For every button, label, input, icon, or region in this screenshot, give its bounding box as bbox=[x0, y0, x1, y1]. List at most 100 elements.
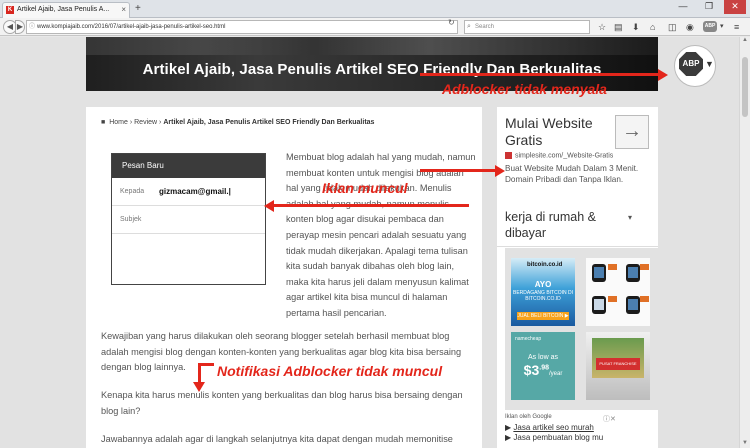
annotation-arrow-head bbox=[658, 69, 668, 81]
window-close-button[interactable]: ✕ bbox=[724, 0, 746, 14]
annotation-notif-hidden: Notifikasi Adblocker tidak muncul bbox=[217, 363, 443, 379]
tab-bar: K Artikel Ajaib, Jasa Penulis A... × + —… bbox=[0, 0, 750, 18]
ad-link[interactable]: ▶ Jasa artikel seo murah bbox=[505, 423, 658, 433]
browser-tab[interactable]: K Artikel Ajaib, Jasa Penulis A... × bbox=[2, 2, 130, 18]
home-icon: ■ bbox=[101, 119, 106, 126]
annotation-ads-shown: Iklan muncul bbox=[322, 180, 408, 196]
bitcoin-ad[interactable]: bitcoin.co.id AYO BERDAGANG BITCOIN DI B… bbox=[511, 258, 575, 326]
home-icon[interactable]: ⌂ bbox=[650, 21, 655, 33]
menu-icon[interactable]: ≡ bbox=[734, 21, 739, 33]
smartwatch-image bbox=[626, 296, 640, 314]
price-tag bbox=[640, 264, 649, 270]
bookmark-star-icon[interactable]: ☆ bbox=[598, 21, 606, 33]
ad-arrow-button[interactable]: → bbox=[615, 115, 649, 149]
banner-image bbox=[86, 37, 658, 55]
as-low-as-text: As low as bbox=[528, 354, 558, 361]
pocket-icon[interactable]: ◫ bbox=[668, 21, 677, 33]
sidebar: Mulai Website Gratis → simplesite.com/_W… bbox=[497, 107, 658, 448]
chevron-down-icon[interactable]: ▾ bbox=[628, 213, 632, 222]
annotation-arrow-line bbox=[420, 169, 498, 172]
chevron-down-icon: ▼ bbox=[705, 59, 714, 69]
smartwatch-ad[interactable] bbox=[586, 258, 650, 326]
site-favicon-icon: K bbox=[6, 6, 14, 14]
bitcoin-logo: bitcoin.co.id bbox=[527, 262, 563, 268]
adblock-plus-badge[interactable]: ABP ▼ bbox=[674, 45, 716, 87]
shop-sign: PUSAT FRANCHISE bbox=[596, 358, 640, 370]
new-message-form: Pesan Baru Kepada gizmacam@gmail.| Subje… bbox=[111, 153, 266, 285]
price-tag bbox=[608, 296, 617, 302]
scroll-up-icon[interactable]: ▲ bbox=[742, 37, 748, 43]
abp-dropdown-icon[interactable]: ▾ bbox=[720, 21, 724, 33]
article-paragraph: Kenapa kita harus menulis konten yang be… bbox=[101, 390, 463, 416]
ad-image-grid: bitcoin.co.id AYO BERDAGANG BITCOIN DI B… bbox=[505, 248, 658, 410]
breadcrumb-review[interactable]: Review bbox=[134, 119, 157, 126]
to-label: Kepada bbox=[120, 188, 145, 195]
scroll-down-icon[interactable]: ▼ bbox=[742, 440, 748, 446]
url-text: www.kompiajaib.com/2016/07/artikel-ajaib… bbox=[37, 24, 226, 30]
ad-description: Buat Website Mudah Dalam 3 Menit. Domain… bbox=[505, 164, 639, 184]
scrollbar-thumb[interactable] bbox=[742, 57, 748, 117]
article-paragraph: Jawabannya adalah agar di langkah selanj… bbox=[101, 434, 453, 444]
to-value[interactable]: gizmacam@gmail.| bbox=[159, 178, 231, 206]
search-input[interactable]: ⌕ Search bbox=[464, 20, 590, 34]
annotation-arrow-line bbox=[420, 73, 660, 76]
smartwatch-image bbox=[592, 296, 606, 314]
abp-stop-sign-icon: ABP bbox=[679, 52, 703, 76]
annotation-arrow-head bbox=[193, 382, 205, 392]
new-tab-button[interactable]: + bbox=[135, 3, 141, 14]
adblock-plus-toolbar-icon[interactable]: ABP bbox=[703, 21, 717, 32]
ad-favicon-icon bbox=[505, 152, 512, 159]
breadcrumb-current: Artikel Ajaib, Jasa Penulis Artikel SEO … bbox=[163, 119, 375, 126]
breadcrumb-separator: › bbox=[129, 119, 133, 126]
window-minimize-button[interactable]: — bbox=[672, 0, 694, 14]
downloads-icon[interactable]: ⬇ bbox=[632, 21, 640, 33]
ad-info-icon[interactable]: ⓘ✕ bbox=[603, 414, 616, 424]
ads-by-google-label: Iklan oleh Google ⓘ✕ bbox=[505, 414, 616, 423]
bitcoin-button[interactable]: JUAL BELI BITCOIN ▶ bbox=[517, 312, 569, 320]
to-field[interactable]: Kepada gizmacam@gmail.| bbox=[112, 178, 265, 206]
annotation-arrow-head bbox=[264, 200, 274, 212]
ad2-title[interactable]: kerja di rumah & dibayar bbox=[505, 209, 625, 241]
ad-url-text: simplesite.com/_Website-Gratis bbox=[515, 152, 614, 160]
tab-close-icon[interactable]: × bbox=[121, 3, 126, 17]
article-paragraph: Membuat blog adalah hal yang mudah, namu… bbox=[286, 152, 476, 318]
page-scrollbar[interactable]: ▲ ▼ bbox=[739, 37, 750, 448]
franchise-ad[interactable]: PUSAT FRANCHISE bbox=[586, 332, 650, 400]
subject-label: Subjek bbox=[120, 216, 142, 223]
bitcoin-text: BERDAGANG BITCOIN DI BITCOIN.CO.ID bbox=[512, 290, 573, 302]
forward-button[interactable]: ▶ bbox=[15, 20, 25, 34]
bitcoin-headline: AYO bbox=[534, 280, 552, 289]
tab-title: Artikel Ajaib, Jasa Penulis A... bbox=[17, 6, 110, 13]
search-icon: ⌕ bbox=[467, 23, 471, 30]
price: $3.98/year bbox=[523, 362, 563, 378]
breadcrumb-separator: › bbox=[159, 119, 162, 126]
search-placeholder: Search bbox=[475, 24, 495, 30]
annotation-adblocker-off: Adblocker tidak menyala bbox=[442, 81, 607, 97]
navigation-bar: ◀ ▶ ⓘ www.kompiajaib.com/2016/07/artikel… bbox=[0, 18, 750, 36]
annotation-arrow-line bbox=[198, 363, 201, 383]
reload-icon[interactable]: ↻ bbox=[448, 18, 455, 27]
window-maximize-button[interactable]: ❐ bbox=[698, 0, 720, 14]
article-content: ■ Home › Review › Artikel Ajaib, Jasa Pe… bbox=[86, 107, 482, 448]
ad-title[interactable]: Mulai Website Gratis bbox=[505, 115, 615, 149]
breadcrumb: ■ Home › Review › Artikel Ajaib, Jasa Pe… bbox=[101, 119, 374, 126]
price-tag bbox=[608, 264, 617, 270]
form-header: Pesan Baru bbox=[112, 154, 265, 178]
extension-icon[interactable]: ◉ bbox=[686, 21, 694, 33]
ad-url[interactable]: simplesite.com/_Website-Gratis bbox=[505, 152, 613, 159]
breadcrumb-home[interactable]: Home bbox=[109, 119, 128, 126]
ad-links: Iklan oleh Google ⓘ✕ ▶ Jasa artikel seo … bbox=[505, 414, 658, 443]
annotation-arrow-line bbox=[273, 204, 469, 207]
subject-field[interactable]: Subjek bbox=[112, 206, 265, 234]
ad-link[interactable]: ▶ Jasa pembuatan blog mu bbox=[505, 433, 658, 443]
smartwatch-image bbox=[592, 264, 606, 282]
price-tag bbox=[640, 296, 649, 302]
namecheap-logo: namecheap bbox=[515, 336, 542, 342]
annotation-arrow-line bbox=[198, 363, 214, 366]
divider bbox=[497, 246, 658, 247]
annotation-arrow-head bbox=[495, 165, 505, 177]
address-bar[interactable]: ⓘ www.kompiajaib.com/2016/07/artikel-aja… bbox=[26, 20, 458, 34]
reading-list-icon[interactable]: ▤ bbox=[614, 21, 623, 33]
page-info-icon[interactable]: ⓘ bbox=[29, 21, 35, 33]
namecheap-ad[interactable]: namecheap As low as $3.98/year bbox=[511, 332, 575, 400]
